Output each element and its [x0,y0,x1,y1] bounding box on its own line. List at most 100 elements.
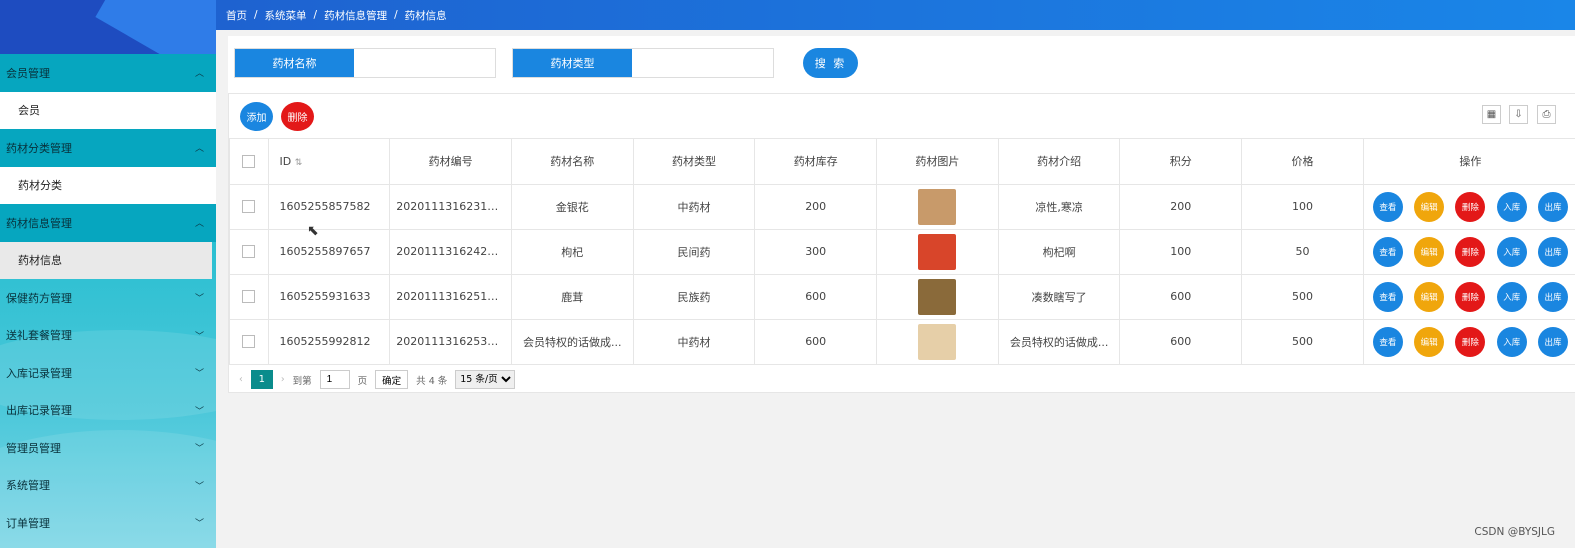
view-button[interactable]: 查看 [1372,281,1403,312]
goto-label: 到第 [292,375,312,387]
sidebar-item-3[interactable]: 药材分类 [0,166,216,204]
export-icon[interactable]: ⇩ [1509,105,1528,124]
current-page[interactable]: 1 [250,370,273,389]
stock-out-button[interactable]: 出库 [1537,191,1568,222]
sidebar-item-label: 送礼套餐管理 [6,329,72,343]
herb-type-input[interactable] [632,49,773,77]
sidebar-item-label: 药材分类 [18,179,62,193]
stock-out-button[interactable]: 出库 [1537,236,1568,267]
herb-thumbnail[interactable] [918,278,957,315]
row-checkbox[interactable] [229,318,269,365]
cell-stock: 600 [754,318,878,365]
cell-price: 100 [1241,183,1364,230]
cell-type: 中药材 [632,318,756,365]
column-header-type: 药材类型 [632,139,756,185]
delete-row-button[interactable]: 删除 [1455,236,1486,267]
herb-type-label: 药材类型 [513,49,632,77]
cell-price: 500 [1241,273,1364,320]
sidebar-group-11[interactable]: 系统管理 ﹀ [0,467,216,505]
cell-image [876,273,999,320]
sidebar-item-label: 管理员管理 [6,441,61,455]
chevron-down-icon: ﹀ [194,444,204,455]
herb-thumbnail[interactable] [918,323,957,360]
cell-points: 200 [1119,183,1243,230]
edit-button[interactable]: 编辑 [1414,326,1445,357]
row-checkbox[interactable] [229,183,269,230]
herb-thumbnail[interactable] [918,188,957,225]
goto-page-input[interactable] [319,370,350,389]
delete-row-button[interactable]: 删除 [1455,191,1486,222]
stock-in-button[interactable]: 入库 [1496,236,1527,267]
row-checkbox[interactable] [229,228,269,275]
stock-out-button[interactable]: 出库 [1537,281,1568,312]
view-button[interactable]: 查看 [1372,191,1403,222]
column-header-name: 药材名称 [510,139,634,185]
cell-image [876,318,999,365]
sidebar-group-0[interactable]: 会员管理 ︿ [0,54,216,92]
sidebar-item-1[interactable]: 会员 [0,91,216,129]
delete-button[interactable]: 删除 [281,102,314,131]
breadcrumb-item-herb-management[interactable]: 药材信息管理 [324,8,387,23]
grid-icon[interactable]: ▦ [1482,105,1501,124]
herb-thumbnail[interactable] [918,233,957,270]
breadcrumb-item-home[interactable]: 首页 [226,8,247,23]
stock-in-button[interactable]: 入库 [1496,191,1527,222]
cell-actions: 查看 编辑 删除 入库 出库 [1362,183,1575,230]
row-checkbox[interactable] [229,273,269,320]
sidebar-item-label: 药材分类管理 [6,141,72,155]
print-icon[interactable]: ⎙ [1537,105,1556,124]
chevron-down-icon: ﹀ [194,331,204,342]
table-row: 1605255931633 2020111316251902 鹿茸 民族药 600 凑数瞎… [229,273,1575,320]
edit-button[interactable]: 编辑 [1414,191,1445,222]
stock-out-button[interactable]: 出库 [1537,326,1568,357]
column-header-code: 药材编号 [389,139,512,185]
column-header-intro: 药材介绍 [997,139,1121,185]
edit-button[interactable]: 编辑 [1414,236,1445,267]
cell-intro: 凉性,寒凉 [997,183,1121,230]
herb-type-field: 药材类型 [512,48,774,78]
cell-id: 1605255931633 [267,273,391,320]
chevron-down-icon: ﹀ [194,519,204,530]
sort-icon[interactable]: ⇅ [295,158,303,168]
prev-page-icon[interactable]: ‹ [239,374,243,385]
stock-in-button[interactable]: 入库 [1496,326,1527,357]
edit-button[interactable]: 编辑 [1414,281,1445,312]
sidebar-group-10[interactable]: 管理员管理 ﹀ [0,429,216,467]
cell-image [876,228,999,275]
sidebar-group-12[interactable]: 订单管理 ﹀ [0,504,216,542]
breadcrumb-item-herb-info: 药材信息 [404,9,447,22]
view-button[interactable]: 查看 [1372,326,1403,357]
column-header-points: 积分 [1119,139,1243,185]
delete-row-button[interactable]: 删除 [1455,326,1486,357]
column-header-stock: 药材库存 [754,139,878,185]
herb-name-input[interactable] [354,49,495,77]
breadcrumb-item-system-menu[interactable]: 系统菜单 [265,8,307,23]
sidebar-group-6[interactable]: 保健药方管理 ﹀ [0,279,216,317]
cell-intro: 凑数瞎写了 [997,273,1121,320]
search-bar: 药材名称 药材类型 搜 索 [228,36,1575,93]
cell-name: 金银花 [510,183,634,230]
sidebar-group-9[interactable]: 出库记录管理 ﹀ [0,392,216,430]
page-size-select[interactable]: 15 条/页 [455,370,516,389]
stock-in-button[interactable]: 入库 [1496,281,1527,312]
sidebar-item-label: 保健药方管理 [6,291,72,305]
next-page-icon[interactable]: › [281,374,285,385]
search-button[interactable]: 搜 索 [803,48,858,78]
select-all-checkbox[interactable] [229,139,269,185]
goto-confirm-button[interactable]: 确定 [375,370,409,389]
mouse-cursor-icon: ⬉ [307,223,319,239]
add-button[interactable]: 添加 [240,102,273,131]
sidebar-item-label: 系统管理 [6,479,50,493]
view-button[interactable]: 查看 [1372,236,1403,267]
sidebar-item-label: 药材信息管理 [6,216,72,230]
cell-stock: 200 [754,183,878,230]
sidebar-group-8[interactable]: 入库记录管理 ﹀ [0,354,216,392]
delete-row-button[interactable]: 删除 [1455,281,1486,312]
table-row: 1605255897657 202011131624217... 枸杞 民间药 300 枸… [229,228,1575,275]
sidebar-group-2[interactable]: 药材分类管理 ︿ [0,129,216,167]
column-header-id[interactable]: ID ⇅ [267,139,391,185]
sidebar-group-4[interactable]: 药材信息管理 ︿ [0,204,216,242]
sidebar-item-5[interactable]: 药材信息 [0,241,212,279]
sidebar-group-7[interactable]: 送礼套餐管理 ﹀ [0,317,216,355]
column-header-price: 价格 [1241,139,1364,185]
